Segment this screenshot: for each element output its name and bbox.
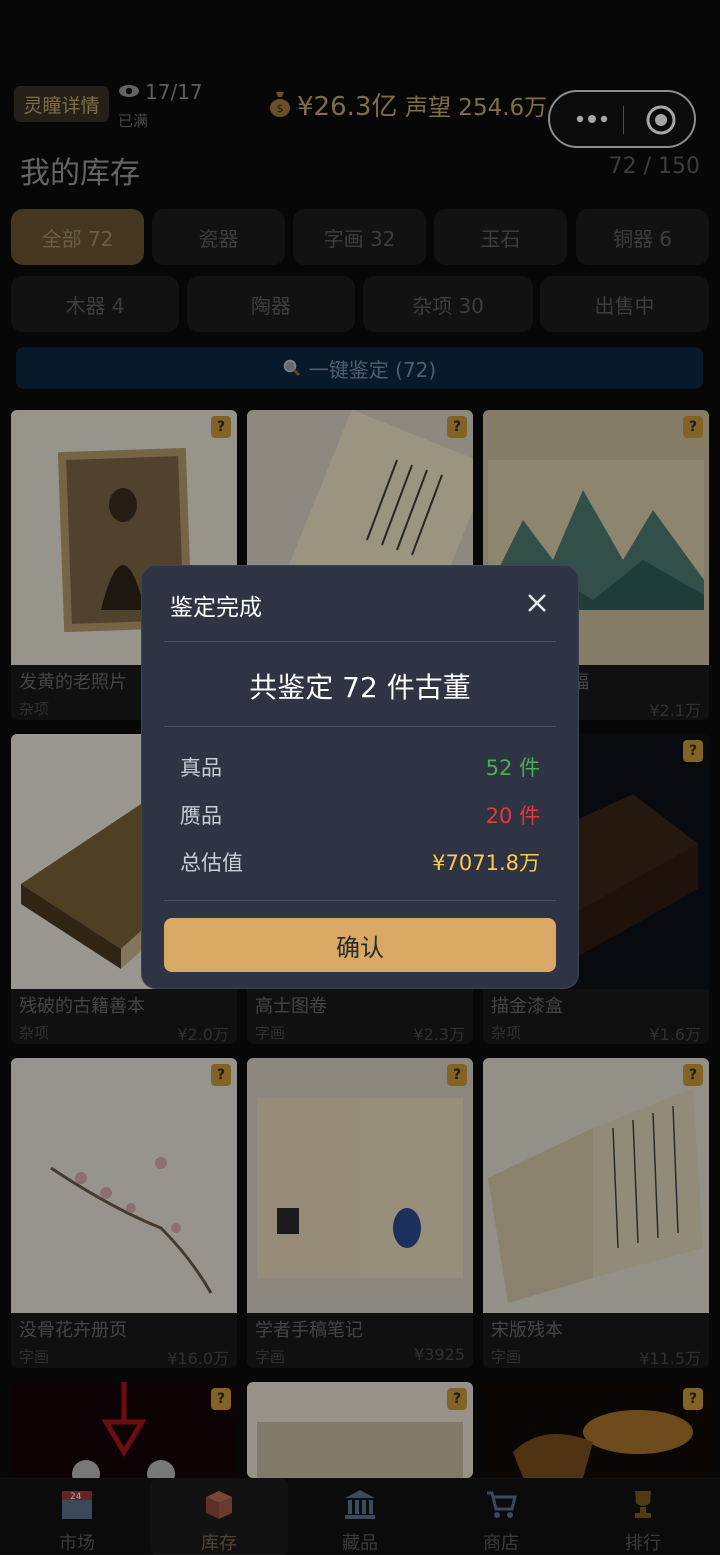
confirm-button[interactable]: 确认 xyxy=(164,918,556,972)
result-row-fake: 赝品 20 件 xyxy=(180,800,540,830)
result-value: ¥7071.8万 xyxy=(432,851,540,875)
result-row-total-value: 总估值 ¥7071.8万 xyxy=(180,847,540,877)
result-value: 20 件 xyxy=(485,804,540,828)
identify-result-dialog: 鉴定完成 共鉴定 72 件古董 真品 52 件 赝品 20 件 总估值 ¥707… xyxy=(142,566,578,988)
result-label: 真品 xyxy=(180,756,222,780)
dialog-divider xyxy=(164,641,556,642)
dialog-headline: 共鉴定 72 件古董 xyxy=(249,671,471,704)
result-label: 总估值 xyxy=(180,851,243,875)
dialog-divider xyxy=(164,900,556,901)
result-label: 赝品 xyxy=(180,804,222,828)
dialog-divider xyxy=(164,726,556,727)
result-value: 52 件 xyxy=(485,756,540,780)
result-row-authentic: 真品 52 件 xyxy=(180,752,540,782)
close-icon[interactable] xyxy=(526,592,548,614)
dialog-title: 鉴定完成 xyxy=(170,595,262,621)
